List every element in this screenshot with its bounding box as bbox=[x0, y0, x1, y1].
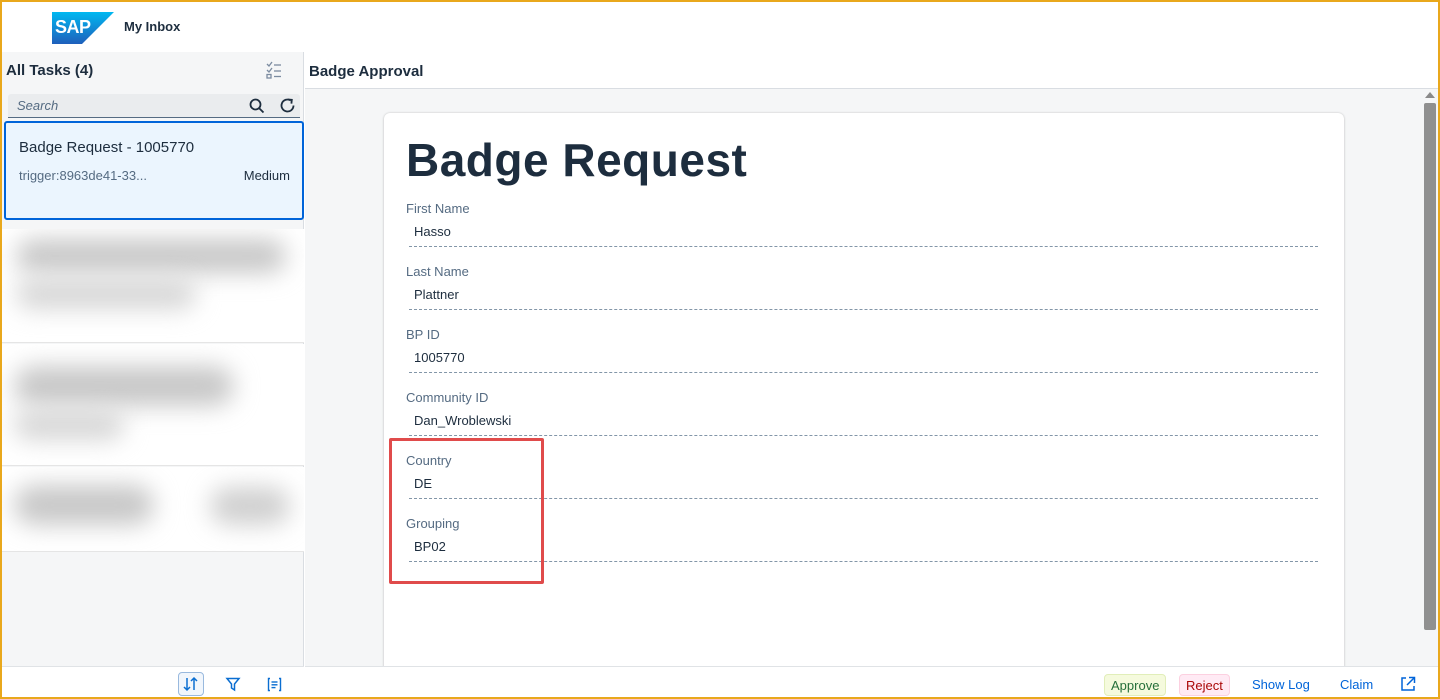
filter-icon bbox=[225, 677, 241, 692]
detail-title: Badge Approval bbox=[309, 63, 424, 80]
group-button[interactable] bbox=[261, 672, 287, 696]
open-in-new-window-icon[interactable] bbox=[1399, 675, 1417, 693]
claim-button[interactable]: Claim bbox=[1334, 674, 1379, 696]
task-item-selected[interactable]: Badge Request - 1005770 trigger:8963de41… bbox=[4, 121, 304, 220]
field-underline bbox=[409, 561, 1318, 562]
search-icon[interactable] bbox=[248, 97, 266, 115]
field-underline bbox=[409, 435, 1318, 436]
group-icon bbox=[267, 677, 281, 691]
reject-button[interactable]: Reject bbox=[1179, 674, 1230, 696]
refresh-icon[interactable] bbox=[278, 96, 297, 115]
detail-scrollbar[interactable] bbox=[1422, 89, 1438, 667]
sap-logo-text: SAP bbox=[55, 17, 91, 37]
field-value: Dan_Wroblewski bbox=[414, 413, 512, 428]
field-label: Last Name bbox=[406, 264, 469, 279]
multi-select-icon[interactable] bbox=[264, 60, 284, 80]
task-detail-panel: Badge Approval Badge Request First Name … bbox=[305, 52, 1438, 697]
field-underline bbox=[409, 246, 1318, 247]
task-list-panel: All Tasks (4) Badge Request - 1005770 tr… bbox=[2, 52, 304, 697]
task-detail-footer: Approve Reject Show Log Claim bbox=[305, 666, 1438, 697]
form-card: Badge Request First Name Hasso Last Name… bbox=[384, 113, 1344, 673]
scroll-up-icon[interactable] bbox=[1425, 92, 1435, 98]
approve-button[interactable]: Approve bbox=[1104, 674, 1167, 696]
task-item-blurred[interactable] bbox=[2, 229, 304, 343]
field-underline bbox=[409, 309, 1318, 310]
sap-logo[interactable]: SAP bbox=[52, 12, 114, 44]
field-last-name: Last Name Plattner bbox=[406, 264, 1318, 316]
show-log-button[interactable]: Show Log bbox=[1246, 674, 1316, 696]
search-field bbox=[8, 94, 300, 118]
task-title: Badge Request - 1005770 bbox=[19, 139, 195, 156]
field-bp-id: BP ID 1005770 bbox=[406, 327, 1318, 379]
task-list-footer bbox=[2, 666, 304, 697]
task-item-blurred[interactable] bbox=[2, 467, 304, 552]
scrollbar-thumb[interactable] bbox=[1424, 103, 1436, 630]
field-underline bbox=[409, 372, 1318, 373]
task-list-header: All Tasks (4) bbox=[2, 52, 304, 90]
shell-bar: SAP My Inbox bbox=[2, 2, 1438, 52]
field-label: Community ID bbox=[406, 390, 489, 405]
field-community-id: Community ID Dan_Wroblewski bbox=[406, 390, 1318, 442]
sort-icon bbox=[183, 676, 198, 692]
task-detail-header: Badge Approval bbox=[305, 52, 1438, 89]
field-value: Hasso bbox=[414, 224, 451, 239]
field-value: Plattner bbox=[414, 287, 459, 302]
form-title: Badge Request bbox=[406, 134, 748, 186]
sort-button[interactable] bbox=[178, 672, 204, 696]
field-label: First Name bbox=[406, 201, 470, 216]
task-list-title: All Tasks (4) bbox=[6, 62, 94, 79]
task-item-blurred[interactable] bbox=[2, 344, 304, 466]
task-priority: Medium bbox=[243, 168, 290, 183]
field-label: BP ID bbox=[406, 327, 440, 342]
filter-button[interactable] bbox=[220, 672, 246, 696]
search-input[interactable] bbox=[8, 94, 242, 117]
field-value: 1005770 bbox=[414, 350, 465, 365]
field-underline bbox=[409, 498, 1318, 499]
task-subtitle: trigger:8963de41-33... bbox=[19, 168, 147, 183]
annotation-highlight-box bbox=[389, 438, 544, 584]
app-title: My Inbox bbox=[124, 19, 181, 34]
field-first-name: First Name Hasso bbox=[406, 201, 1318, 253]
